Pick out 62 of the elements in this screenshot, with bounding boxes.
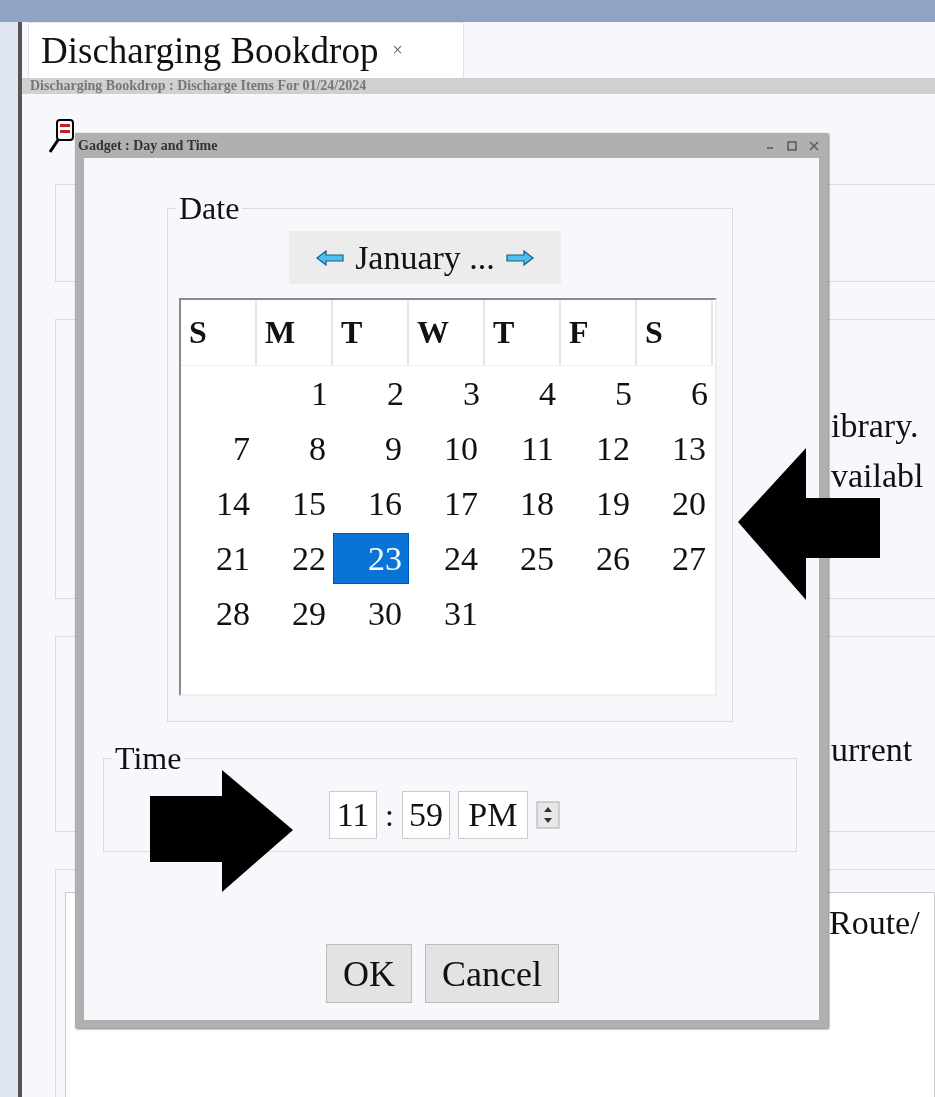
calendar-day[interactable]: 9 [333,423,409,474]
calendar-day[interactable]: 14 [181,478,257,529]
calendar-day[interactable]: 1 [259,368,335,419]
calendar-day[interactable]: 11 [485,423,561,474]
calendar-day[interactable]: 20 [637,478,713,529]
background-text: Route/ [829,904,920,941]
calendar-day[interactable]: 21 [181,533,257,584]
calendar-day[interactable]: 28 [181,588,257,639]
minute-field[interactable]: 59 [401,791,450,839]
weekday-header: T [485,300,561,365]
tab-close-button[interactable]: × [392,40,403,61]
tab-title: Discharging Bookdrop [41,29,379,72]
spinner-icon[interactable] [535,801,560,829]
close-icon[interactable] [808,139,820,152]
weekday-header: F [561,300,637,365]
calendar-day[interactable]: 16 [333,478,409,529]
calendar-day[interactable]: 23 [333,533,409,584]
calendar-day[interactable]: 6 [639,368,715,419]
calendar-day[interactable]: 29 [257,588,333,639]
calendar-day[interactable]: 13 [637,423,713,474]
month-label[interactable]: January ... [355,238,495,277]
calendar-day[interactable]: 12 [561,423,637,474]
left-arrow-icon[interactable] [315,247,346,268]
right-arrow-icon [150,770,295,892]
maximize-icon[interactable] [786,139,798,152]
calendar-day[interactable]: 17 [409,478,485,529]
period-field[interactable]: PM [457,791,528,839]
calendar-day[interactable]: 30 [333,588,409,639]
hour-field[interactable]: 11 [329,791,377,839]
calendar-day[interactable]: 3 [411,368,487,419]
calendar-day[interactable]: 27 [637,533,713,584]
weekday-header: S [181,300,257,365]
calendar-day[interactable]: 26 [561,533,637,584]
weekday-header: W [409,300,485,365]
calendar-day[interactable]: 2 [335,368,411,419]
breadcrumb-text: Discharging Bookdrop : Discharge Items For 01/24/2024 [30,78,367,94]
calendar-day[interactable]: 15 [257,478,333,529]
weekday-header: T [333,300,409,365]
right-arrow-icon[interactable] [504,247,535,268]
calendar-day[interactable]: 5 [563,368,639,419]
background-text: vailabl [831,458,925,494]
dialog-title: Gadget : Day and Time [78,137,218,154]
time-separator: : [385,796,394,834]
background-text: ibrary. [831,408,920,444]
calendar-day[interactable]: 22 [257,533,333,584]
calendar-day[interactable]: 31 [409,588,485,639]
calendar-day[interactable]: 8 [257,423,333,474]
dialog-button[interactable]: OK [326,944,412,1003]
calendar-day[interactable]: 24 [409,533,485,584]
time-legend: Time [112,740,185,777]
calendar-day[interactable]: 18 [485,478,561,529]
calendar-day[interactable]: 19 [561,478,637,529]
calendar-day[interactable]: 10 [409,423,485,474]
weekday-header: M [257,300,333,365]
weekday-header: S [637,300,713,365]
calendar-day[interactable]: 4 [487,368,563,419]
document-tab[interactable]: Discharging Bookdrop × [28,22,464,78]
calendar-day[interactable]: 25 [485,533,561,584]
date-legend: Date [176,190,243,227]
dialog-button[interactable]: Cancel [425,944,559,1003]
calendar-day[interactable]: 7 [181,423,257,474]
background-text: urrent [831,732,914,768]
